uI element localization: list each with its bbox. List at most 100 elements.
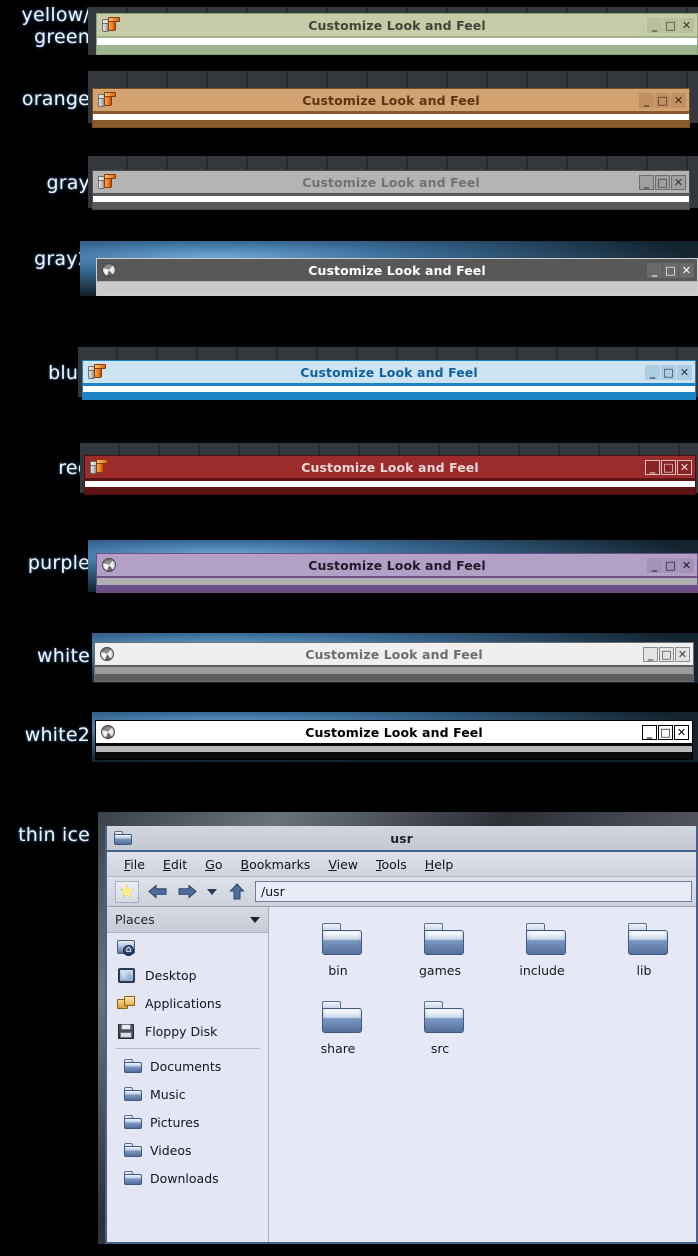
titlebar-ygreen[interactable]: Customize Look and Feel _ □ ✕: [97, 14, 697, 36]
arrow-left-icon[interactable]: [145, 881, 169, 903]
close-button[interactable]: ✕: [679, 17, 694, 33]
close-button[interactable]: ✕: [677, 364, 692, 380]
sidebar-item-applications[interactable]: Applications: [107, 989, 268, 1017]
home-folder-icon: [117, 939, 137, 956]
maximize-button[interactable]: □: [663, 262, 678, 278]
theme-label-ygreen: yellow/ green: [0, 4, 90, 48]
titlebar-gray[interactable]: Customize Look and Feel _ □ ✕: [93, 171, 689, 193]
window-blue[interactable]: Customize Look and Feel _ □ ✕: [82, 360, 696, 400]
theme-gallery-page: yellow/ green Customize Look and Feel _ …: [0, 0, 698, 1256]
minimize-button[interactable]: _: [639, 92, 654, 108]
minimize-button[interactable]: _: [645, 459, 660, 475]
sidebar-item-downloads[interactable]: Downloads: [107, 1164, 268, 1192]
file-item[interactable]: include: [491, 921, 593, 999]
minimize-button[interactable]: _: [642, 724, 657, 740]
close-button[interactable]: ✕: [671, 174, 686, 190]
folder-icon: [321, 923, 362, 955]
file-manager-titlebar[interactable]: usr: [107, 826, 696, 852]
sidebar-item-desktop[interactable]: Desktop: [107, 961, 268, 989]
titlebar-white2[interactable]: Customize Look and Feel _ □ ✕: [96, 721, 692, 743]
window-white2[interactable]: Customize Look and Feel _ □ ✕: [95, 720, 693, 760]
window-white[interactable]: Customize Look and Feel _ □ ✕: [94, 642, 694, 682]
file-label: src: [430, 1041, 450, 1056]
sidebar-item-pictures[interactable]: Pictures: [107, 1108, 268, 1136]
file-item[interactable]: share: [287, 999, 389, 1077]
window-purple[interactable]: Customize Look and Feel _ □ ✕: [96, 553, 698, 593]
close-button[interactable]: ✕: [677, 459, 692, 475]
window-gray[interactable]: Customize Look and Feel _ □ ✕: [92, 170, 690, 210]
sidebar-item-label: Floppy Disk: [145, 1023, 218, 1039]
theme-label-orange: orange: [21, 88, 90, 110]
arrow-up-icon[interactable]: [225, 881, 249, 903]
window-title-blue: Customize Look and Feel: [300, 364, 478, 380]
file-label: share: [320, 1041, 356, 1056]
minimize-button[interactable]: _: [647, 262, 662, 278]
menu-bar[interactable]: FFileile Edit Go Bookmarks View Tools He…: [107, 852, 696, 877]
minimize-button[interactable]: _: [639, 174, 654, 190]
toolbar[interactable]: /usr: [107, 877, 696, 907]
sidebar-item-music[interactable]: Music: [107, 1080, 268, 1108]
file-item[interactable]: bin: [287, 921, 389, 999]
titlebar-red[interactable]: Customize Look and Feel _ □ ✕: [85, 456, 695, 478]
close-button[interactable]: ✕: [675, 646, 690, 662]
titlebar-gray2[interactable]: Customize Look and Feel _ □ ✕: [97, 259, 697, 281]
chevron-down-icon[interactable]: [250, 916, 260, 923]
maximize-button[interactable]: □: [655, 92, 670, 108]
titlebar-blue[interactable]: Customize Look and Feel _ □ ✕: [83, 361, 695, 383]
star-icon[interactable]: [115, 880, 139, 903]
maximize-button[interactable]: □: [655, 174, 670, 190]
menu-tools[interactable]: Tools: [367, 854, 416, 875]
menu-go[interactable]: Go: [196, 854, 231, 875]
sidebar-item-videos[interactable]: Videos: [107, 1136, 268, 1164]
menu-bookmarks[interactable]: Bookmarks: [231, 854, 319, 875]
menu-file[interactable]: FFileile: [115, 854, 154, 875]
folder-icon: [124, 1143, 142, 1157]
window-title-gray2: Customize Look and Feel: [308, 262, 486, 278]
window-body-purple: [97, 576, 697, 585]
file-manager-window[interactable]: usr FFileile Edit Go Bookmarks View Tool…: [105, 826, 698, 1244]
window-title-white2: Customize Look and Feel: [305, 724, 483, 740]
file-list-view[interactable]: bin games include lib share src: [269, 907, 696, 1242]
menu-help[interactable]: Help: [416, 854, 463, 875]
minimize-button[interactable]: _: [647, 17, 662, 33]
menu-view[interactable]: View: [319, 854, 367, 875]
sidebar-item-home[interactable]: [107, 933, 268, 961]
maximize-button[interactable]: □: [663, 557, 678, 573]
theme-label-purple: purple: [27, 552, 90, 574]
sidebar-item-documents[interactable]: Documents: [107, 1052, 268, 1080]
maximize-button[interactable]: □: [658, 724, 673, 740]
path-input[interactable]: /usr: [255, 881, 692, 902]
window-orange[interactable]: Customize Look and Feel _ □ ✕: [92, 88, 690, 128]
close-button[interactable]: ✕: [674, 724, 689, 740]
maximize-button[interactable]: □: [661, 459, 676, 475]
window-gray2[interactable]: Customize Look and Feel _ □ ✕: [96, 258, 698, 296]
folder-icon: [627, 923, 668, 955]
places-header-label: Places: [115, 912, 155, 927]
titlebar-orange[interactable]: Customize Look and Feel _ □ ✕: [93, 89, 689, 111]
trash-icon: [97, 173, 116, 191]
arrow-right-icon[interactable]: [175, 881, 199, 903]
maximize-button[interactable]: □: [659, 646, 674, 662]
theme-label-thinice: thin ice: [18, 824, 90, 846]
sidebar-item-floppy-disk[interactable]: Floppy Disk: [107, 1017, 268, 1045]
maximize-button[interactable]: □: [661, 364, 676, 380]
titlebar-purple[interactable]: Customize Look and Feel _ □ ✕: [97, 554, 697, 576]
close-button[interactable]: ✕: [671, 92, 686, 108]
chevron-down-icon[interactable]: [205, 881, 219, 903]
titlebar-white[interactable]: Customize Look and Feel _ □ ✕: [95, 643, 693, 665]
menu-edit[interactable]: Edit: [154, 854, 196, 875]
minimize-button[interactable]: _: [643, 646, 658, 662]
window-ygreen[interactable]: Customize Look and Feel _ □ ✕: [96, 13, 698, 55]
minimize-button[interactable]: _: [647, 557, 662, 573]
window-red[interactable]: Customize Look and Feel _ □ ✕: [84, 455, 696, 495]
close-button[interactable]: ✕: [679, 557, 694, 573]
maximize-button[interactable]: □: [663, 17, 678, 33]
close-button[interactable]: ✕: [679, 262, 694, 278]
file-item[interactable]: games: [389, 921, 491, 999]
window-controls-white: _ □ ✕: [643, 646, 692, 662]
window-controls-gray: _ □ ✕: [639, 174, 688, 190]
file-item[interactable]: src: [389, 999, 491, 1077]
file-item[interactable]: lib: [593, 921, 695, 999]
minimize-button[interactable]: _: [645, 364, 660, 380]
places-header[interactable]: Places: [107, 907, 268, 933]
